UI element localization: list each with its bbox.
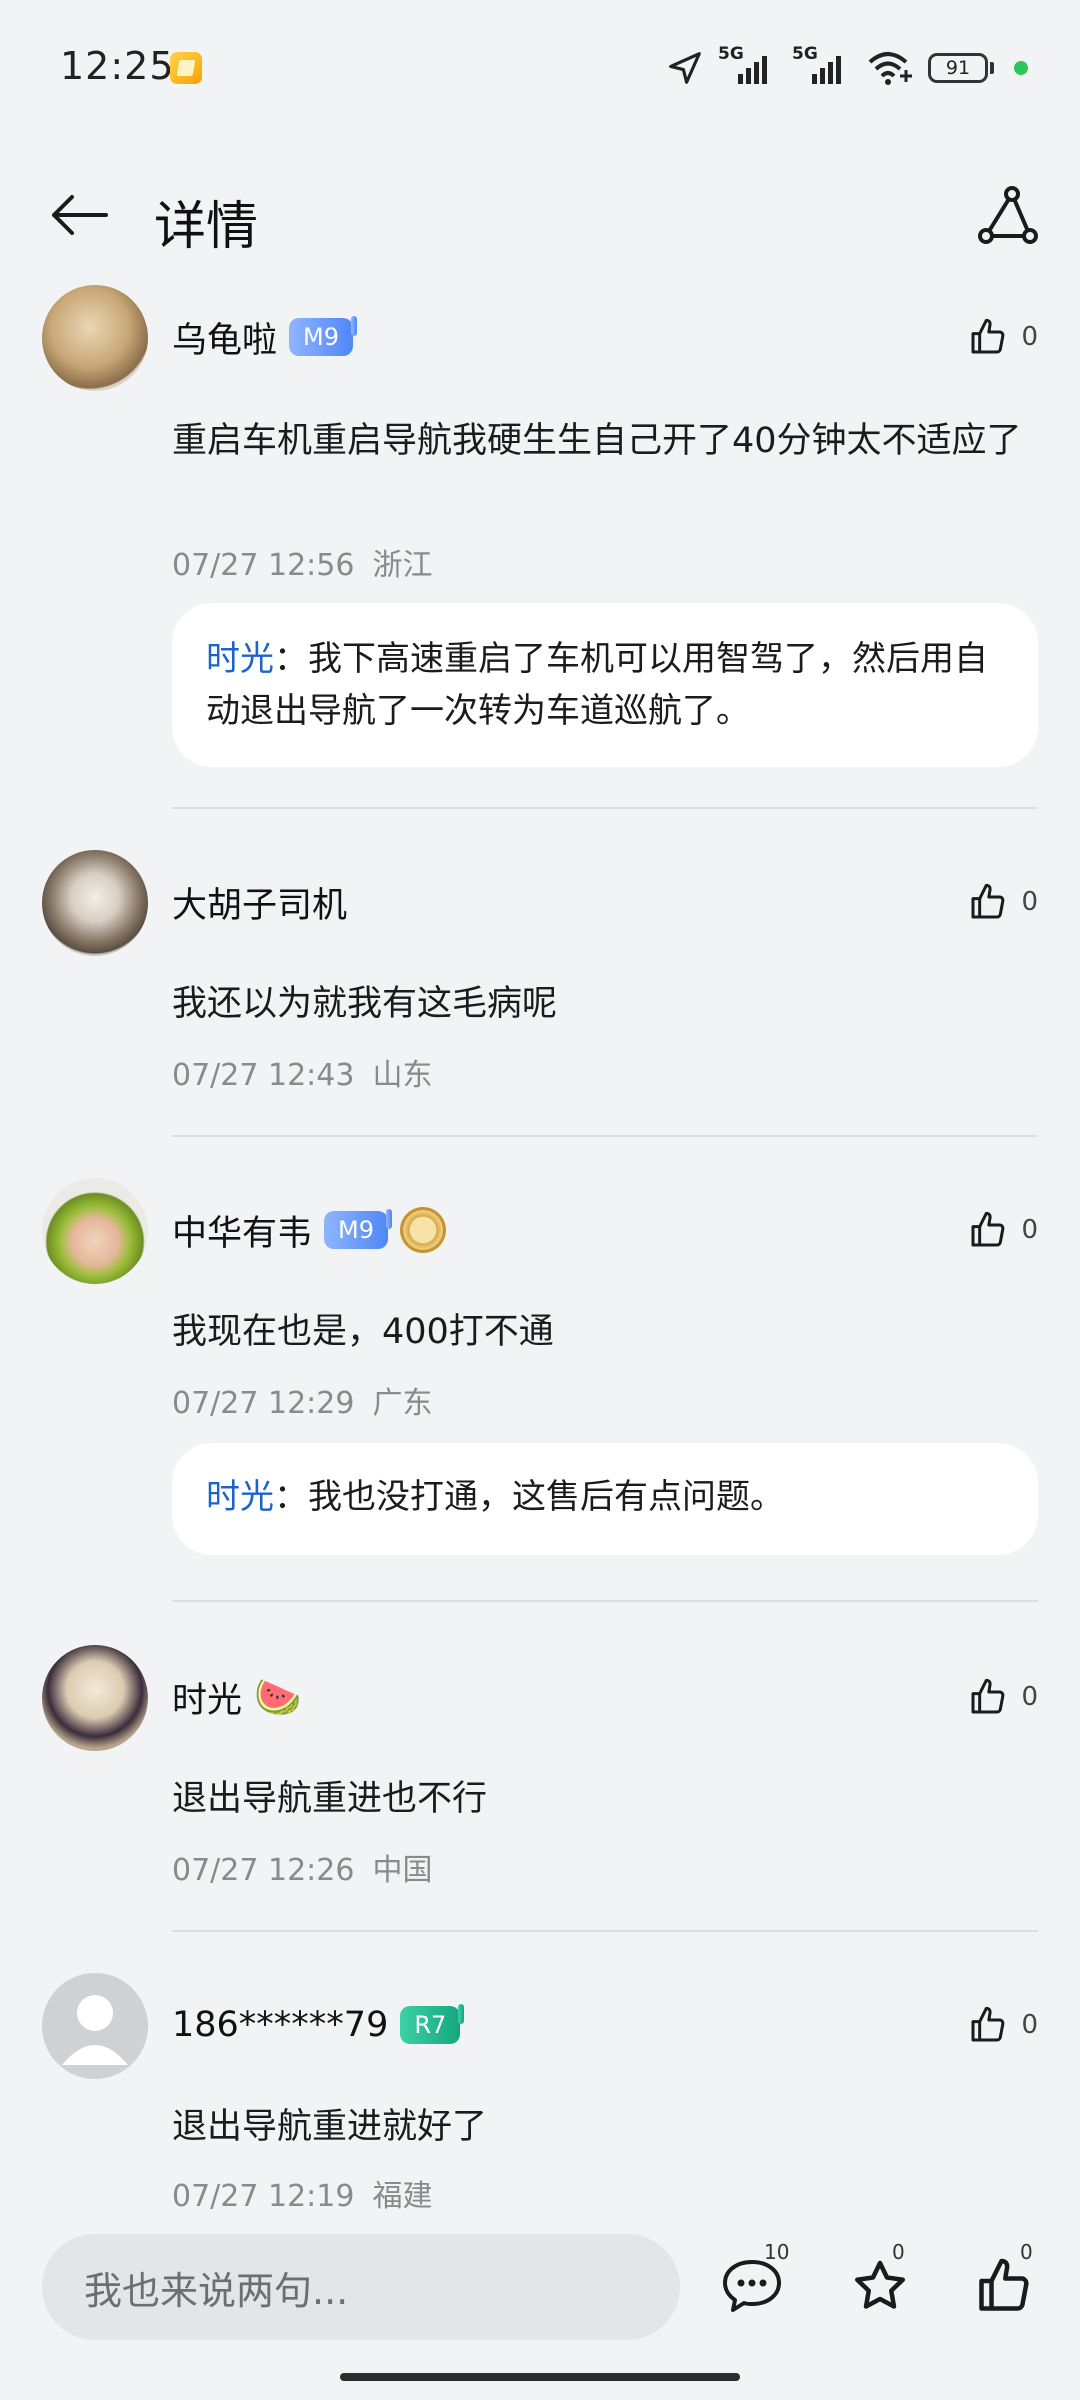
location-icon: [666, 49, 704, 87]
comment-item: 时光 🍉 0 退出导航重进也不行 07/27 12:26 中国: [0, 1645, 1080, 1935]
comment-text: 退出导航重进也不行: [172, 1779, 488, 1819]
comment-location: 广东: [372, 1386, 433, 1421]
wifi-icon: [866, 48, 914, 88]
like-count: 0: [1021, 887, 1038, 917]
like-button[interactable]: 0: [967, 1667, 1038, 1727]
divider: [172, 1600, 1038, 1602]
thumbs-up-icon: [971, 1678, 1005, 1714]
likes-count: 0: [1020, 2240, 1033, 2264]
reply-bubble[interactable]: 时光：我也没打通，这售后有点问题。: [172, 1443, 1038, 1555]
comment-item: 乌龟啦 M9 0 重启车机重启导航我硬生生自己开了40分钟太不适应了 07/27…: [0, 285, 1080, 809]
vehicle-badge: M9: [289, 316, 357, 356]
status-time: 12:25: [60, 44, 175, 88]
arrow-left-icon: [52, 195, 108, 235]
comment-meta: 07/27 12:19 福建: [172, 2171, 432, 2215]
reply-author[interactable]: 时光: [206, 1477, 274, 1517]
reply-author[interactable]: 时光: [206, 639, 274, 679]
battery-level: 91: [928, 53, 988, 83]
comment-location: 中国: [372, 1853, 433, 1888]
comment-date: 07/27 12:29: [172, 1386, 355, 1421]
comment-username[interactable]: 时光: [172, 1672, 242, 1723]
comment-date: 07/27 12:43: [172, 1058, 355, 1093]
signal-icon: 5G: [792, 44, 852, 88]
like-button[interactable]: 0: [967, 872, 1038, 932]
comment-meta: 07/27 12:29 广东: [172, 1378, 432, 1422]
reply-text: 我也没打通，这售后有点问题。: [308, 1477, 784, 1517]
page-title: 详情: [154, 197, 259, 257]
avatar[interactable]: [42, 285, 148, 391]
vehicle-badge: M9: [324, 1209, 392, 1249]
comment-text: 我现在也是，400打不通: [172, 1312, 554, 1352]
thumbs-up-icon: [971, 2006, 1005, 2042]
comment-item: 186******79 R7 0 退出导航重进就好了 07/27 12:19 福建: [0, 1973, 1080, 2215]
comment-username[interactable]: 中华有韦: [172, 1205, 312, 1256]
comment-date: 07/27 12:56: [172, 548, 355, 583]
comment-username[interactable]: 186******79: [172, 2005, 388, 2045]
like-count: 0: [1021, 2010, 1038, 2040]
comment-text: 我还以为就我有这毛病呢: [172, 984, 558, 1024]
avatar[interactable]: [42, 1645, 148, 1751]
divider: [172, 1930, 1038, 1932]
vehicle-badge: R7: [400, 2004, 465, 2044]
back-button[interactable]: [44, 180, 114, 250]
battery-icon: 91: [928, 53, 994, 83]
comments-count: 10: [764, 2240, 790, 2264]
avatar[interactable]: [42, 1973, 148, 2079]
top-nav-bar: 详情: [0, 140, 1080, 290]
thumbs-up-icon: [971, 883, 1005, 919]
divider: [172, 807, 1038, 809]
default-avatar-icon: [62, 1995, 128, 2065]
thumbs-up-icon: [971, 318, 1005, 354]
bottom-action-bar: 我也来说两句... 10 0 0: [0, 2210, 1080, 2400]
favorite-button[interactable]: [840, 2246, 920, 2326]
favorites-count: 0: [892, 2240, 905, 2264]
like-button[interactable]: 0: [967, 307, 1038, 367]
home-indicator[interactable]: [340, 2373, 740, 2381]
comment-date: 07/27 12:26: [172, 1853, 355, 1888]
comment-location: 福建: [372, 2179, 433, 2214]
avatar[interactable]: [42, 850, 148, 956]
medal-icon: [400, 1207, 446, 1253]
thumbs-up-icon: [979, 2258, 1029, 2311]
privacy-indicator-dot: [1014, 61, 1028, 75]
watermelon-icon: 🍉: [254, 1675, 302, 1719]
comment-bubble-icon: [723, 2260, 781, 2312]
comment-input[interactable]: 我也来说两句...: [42, 2234, 680, 2340]
thumbs-up-icon: [971, 1211, 1005, 1247]
status-bar: 12:25 5G 5G 91: [0, 0, 1080, 140]
comment-item: 中华有韦 M9 0 我现在也是，400打不通 07/27 12:29 广东 时光：…: [0, 1178, 1080, 1608]
avatar[interactable]: [42, 1178, 148, 1284]
like-count: 0: [1021, 1215, 1038, 1245]
comment-text: 退出导航重进就好了: [172, 2107, 488, 2147]
comment-date: 07/27 12:19: [172, 2179, 355, 2214]
reply-text: 我下高速重启了车机可以用智驾了，然后用自动退出导航了一次转为车道巡航了。: [206, 639, 988, 731]
comment-location: 浙江: [372, 548, 433, 583]
like-count: 0: [1021, 1682, 1038, 1712]
comment-item: 大胡子司机 0 我还以为就我有这毛病呢 07/27 12:43 山东: [0, 850, 1080, 1140]
notification-app-icon: [170, 52, 202, 84]
star-icon: [855, 2260, 905, 2309]
comment-username[interactable]: 乌龟啦: [172, 312, 277, 363]
reply-bubble[interactable]: 时光：我下高速重启了车机可以用智驾了，然后用自动退出导航了一次转为车道巡航了。: [172, 603, 1038, 767]
reply-separator: ：: [274, 1477, 308, 1517]
like-button[interactable]: 0: [967, 1200, 1038, 1260]
like-count: 0: [1021, 322, 1038, 352]
signal-icon: 5G: [718, 44, 778, 88]
comment-text: 重启车机重启导航我硬生生自己开了40分钟太不适应了: [172, 421, 1022, 461]
comment-username[interactable]: 大胡子司机: [172, 877, 347, 928]
comment-meta: 07/27 12:56 浙江: [172, 540, 432, 584]
like-button[interactable]: 0: [967, 1995, 1038, 2055]
comment-location: 山东: [372, 1058, 433, 1093]
divider: [172, 1135, 1038, 1137]
reply-separator: ：: [274, 639, 308, 679]
share-button[interactable]: [972, 180, 1044, 252]
status-icons: 5G 5G 91: [666, 44, 1028, 90]
comment-meta: 07/27 12:43 山东: [172, 1050, 432, 1094]
share-icon: [978, 186, 1038, 244]
comment-meta: 07/27 12:26 中国: [172, 1845, 432, 1889]
